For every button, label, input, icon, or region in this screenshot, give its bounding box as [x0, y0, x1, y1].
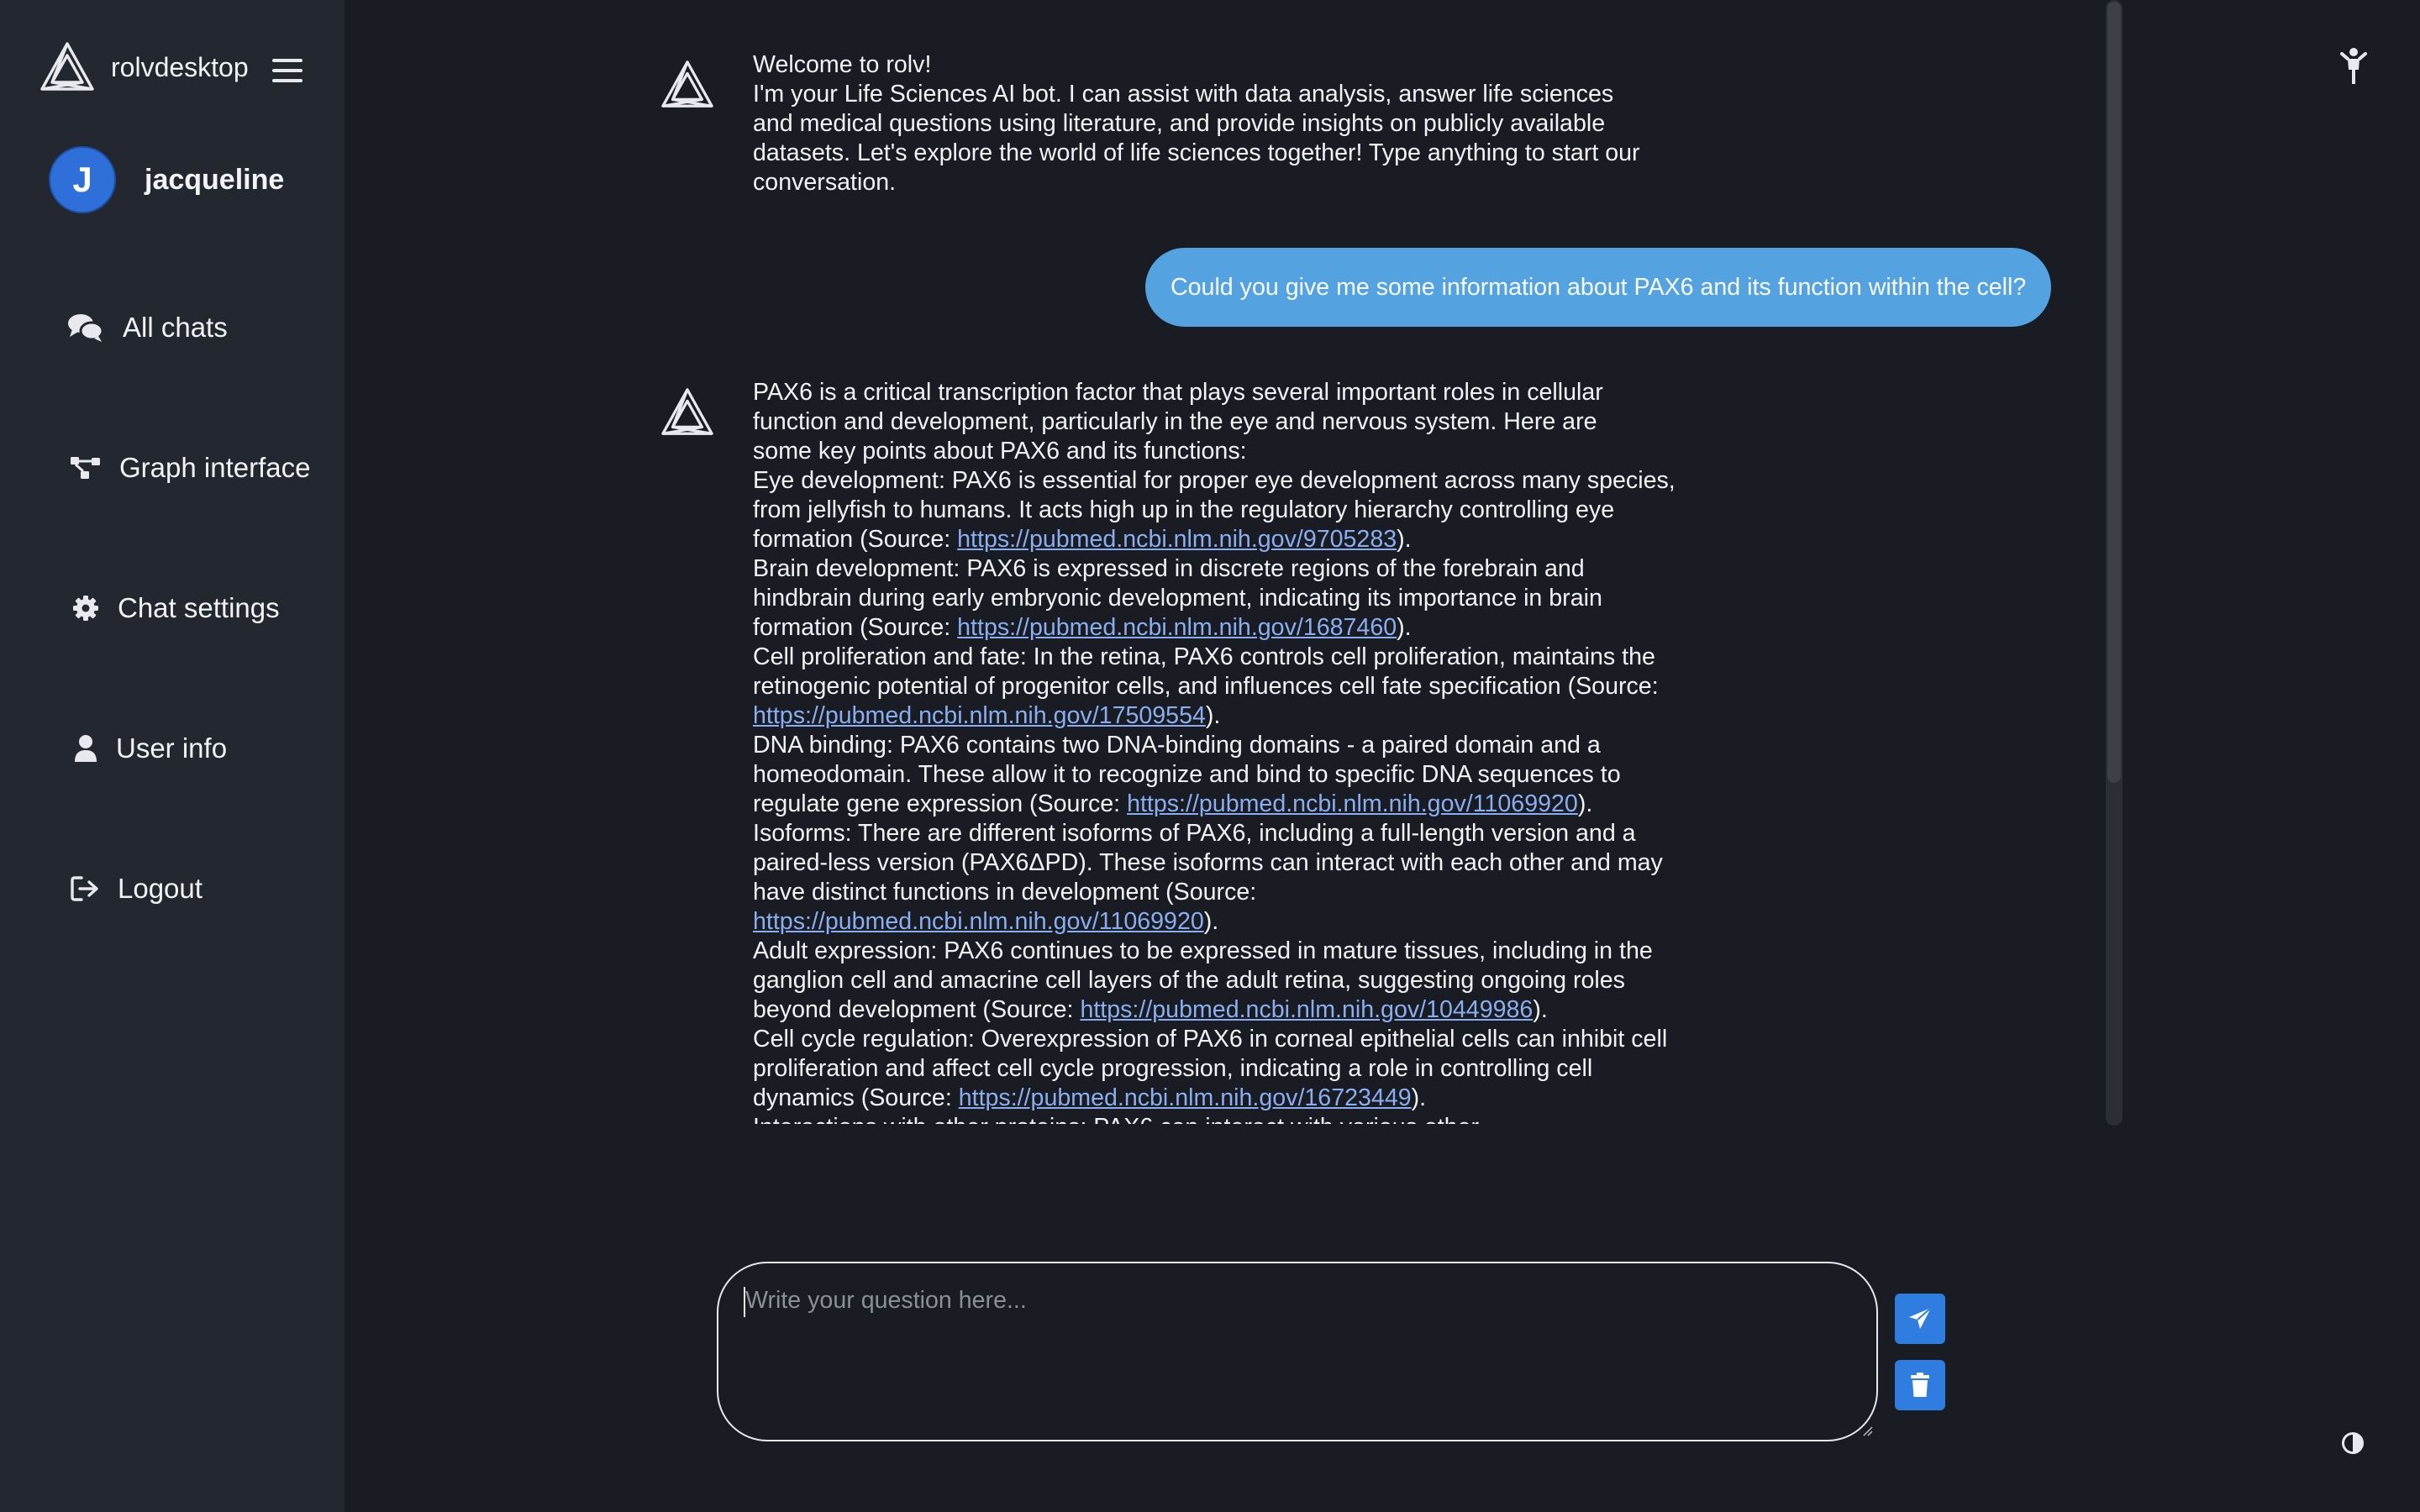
answer-point: 5.Isoforms: There are different isoforms… [753, 819, 1677, 937]
answer-point: 6.Adult expression: PAX6 continues to be… [753, 937, 1677, 1025]
resize-grip-icon[interactable] [1860, 1423, 1873, 1436]
logout-icon [67, 872, 104, 906]
user-icon [67, 732, 104, 765]
sidebar-item-graph-interface[interactable]: Graph interface [67, 443, 310, 493]
trash-icon [1911, 1373, 1929, 1397]
sidebar-item-label: Logout [118, 873, 203, 904]
scrollbar-thumb[interactable] [2107, 2, 2121, 783]
user-message-bubble: Could you give me some information about… [1145, 248, 2052, 327]
graph-icon [67, 451, 104, 485]
user-profile: J jacqueline [49, 146, 284, 213]
bot-avatar-icon [661, 60, 713, 108]
chat-scrollbar[interactable] [2106, 0, 2123, 1126]
question-input[interactable] [744, 1285, 1839, 1415]
bot-answer-message: PAX6 is a critical transcription factor … [753, 378, 1677, 1124]
source-link[interactable]: https://pubmed.ncbi.nlm.nih.gov/17509554 [753, 702, 1206, 729]
question-input-box[interactable] [717, 1262, 1878, 1441]
answer-point: 4.DNA binding: PAX6 contains two DNA-bin… [753, 731, 1677, 819]
bot-avatar-icon [661, 388, 713, 435]
point-tail: ). [1411, 1084, 1427, 1111]
sidebar-item-label: All chats [123, 312, 228, 343]
sidebar-item-chat-settings[interactable]: Chat settings [67, 583, 280, 633]
answer-intro: PAX6 is a critical transcription factor … [753, 379, 1603, 465]
hamburger-menu-icon[interactable] [272, 59, 302, 84]
sidebar-item-label: Graph interface [119, 452, 311, 483]
avatar: J [49, 146, 116, 213]
point-tail: ). [1577, 790, 1593, 817]
clear-chat-button[interactable] [1895, 1360, 1945, 1410]
sidebar-item-logout[interactable]: Logout [67, 864, 203, 914]
point-text: Cell proliferation and fate: In the reti… [753, 643, 1659, 700]
contrast-theme-icon[interactable] [2341, 1431, 2365, 1455]
welcome-title: Welcome to rolv! [753, 51, 932, 78]
answer-point: 3.Cell proliferation and fate: In the re… [753, 643, 1677, 731]
gear-icon [67, 591, 104, 625]
rolv-logo-icon [40, 42, 94, 91]
source-link[interactable]: https://pubmed.ncbi.nlm.nih.gov/16723449 [959, 1084, 1412, 1111]
text-caret [744, 1287, 745, 1317]
point-text: Interactions with other proteins: PAX6 c… [753, 1114, 1479, 1124]
send-button[interactable] [1895, 1294, 1945, 1344]
sidebar-item-label: Chat settings [118, 592, 280, 623]
answer-point: 2.Brain development: PAX6 is expressed i… [753, 554, 1677, 643]
answer-points-list: 1.Eye development: PAX6 is essential for… [753, 466, 1677, 1124]
answer-point: 8.Interactions with other proteins: PAX6… [753, 1113, 1677, 1124]
point-tail: ). [1533, 996, 1548, 1023]
point-tail: ). [1203, 908, 1219, 935]
accessibility-icon[interactable] [2339, 47, 2368, 86]
paper-plane-icon [1909, 1307, 1932, 1329]
welcome-body: I'm your Life Sciences AI bot. I can ass… [753, 81, 1640, 196]
username: jacqueline [145, 163, 285, 196]
point-text: Isoforms: There are different isoforms o… [753, 820, 1663, 906]
brand[interactable]: rolvdesktop [39, 40, 249, 94]
answer-point: 7.Cell cycle regulation: Overexpression … [753, 1025, 1677, 1113]
source-link[interactable]: https://pubmed.ncbi.nlm.nih.gov/11069920 [1127, 790, 1578, 817]
point-tail: ). [1397, 614, 1412, 641]
sidebar-item-user-info[interactable]: User info [67, 723, 227, 774]
source-link[interactable]: https://pubmed.ncbi.nlm.nih.gov/9705283 [957, 526, 1397, 553]
source-link[interactable]: https://pubmed.ncbi.nlm.nih.gov/11069920 [753, 908, 1204, 935]
sidebar-item-label: User info [116, 732, 228, 764]
chats-icon [67, 311, 104, 344]
app-name: rolvdesktop [111, 51, 249, 82]
answer-point: 1.Eye development: PAX6 is essential for… [753, 466, 1677, 554]
point-tail: ). [1205, 702, 1221, 729]
point-tail: ). [1397, 526, 1412, 553]
bot-welcome-message: Welcome to rolv! I'm your Life Sciences … [753, 50, 1657, 197]
source-link[interactable]: https://pubmed.ncbi.nlm.nih.gov/1687460 [957, 614, 1397, 641]
sidebar-item-all-chats[interactable]: All chats [67, 302, 228, 353]
sidebar: rolvdesktop J jacqueline All chats Graph… [0, 0, 345, 1512]
source-link[interactable]: https://pubmed.ncbi.nlm.nih.gov/10449986 [1080, 996, 1533, 1023]
